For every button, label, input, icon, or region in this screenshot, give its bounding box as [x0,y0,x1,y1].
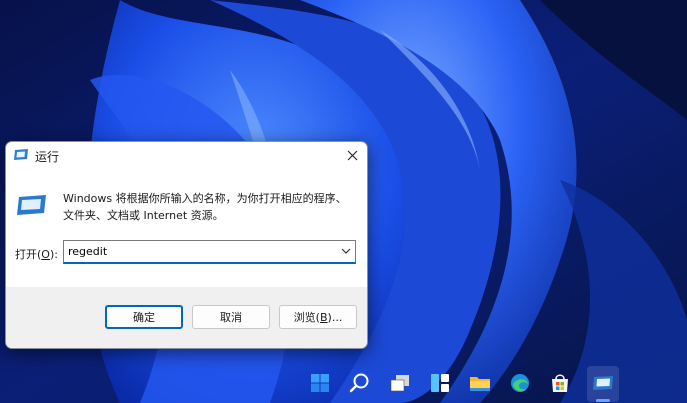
open-label: 打开(O): [15,248,58,261]
start-icon [311,374,329,392]
close-icon [347,150,357,160]
search-icon [349,373,369,393]
open-input[interactable] [68,241,328,262]
dialog-description: Windows 将根据你所输入的名称，为你打开相应的程序、 文件夹、文档或 In… [63,190,353,224]
chevron-down-icon[interactable] [341,247,351,255]
description-line: 文件夹、文档或 Internet 资源。 [63,209,224,222]
file-explorer-button[interactable] [465,368,495,398]
edge-icon [511,374,529,392]
dialog-title: 运行 [35,150,60,164]
widgets-button[interactable] [425,368,455,398]
ok-button[interactable]: 确定 [105,305,183,329]
run-app-icon [593,376,613,390]
cancel-button[interactable]: 取消 [192,305,270,329]
store-button[interactable] [545,368,575,398]
browse-button[interactable]: 浏览(B)... [279,305,357,329]
dialog-footer: 确定 取消 浏览(B)... [6,287,367,348]
edge-button[interactable] [505,368,535,398]
store-icon [552,374,568,392]
widgets-icon [431,374,449,392]
description-line: Windows 将根据你所输入的名称，为你打开相应的程序、 [63,192,347,205]
run-taskbar-button[interactable] [588,368,618,398]
run-app-icon [14,149,28,160]
open-combobox[interactable] [63,240,356,264]
task-view-icon [390,375,409,392]
run-dialog: 运行 Windows 将根据你所输入的名称，为你打开相应的程序、 文件夹、文档或… [5,141,368,349]
run-app-icon [17,195,46,215]
title-bar[interactable]: 运行 [6,142,367,170]
taskbar-running-indicator [596,399,610,402]
close-button[interactable] [337,142,367,168]
task-view-button[interactable] [385,368,415,398]
file-explorer-icon [470,377,490,391]
start-button[interactable] [305,368,335,398]
taskbar-search-button[interactable] [345,368,375,398]
